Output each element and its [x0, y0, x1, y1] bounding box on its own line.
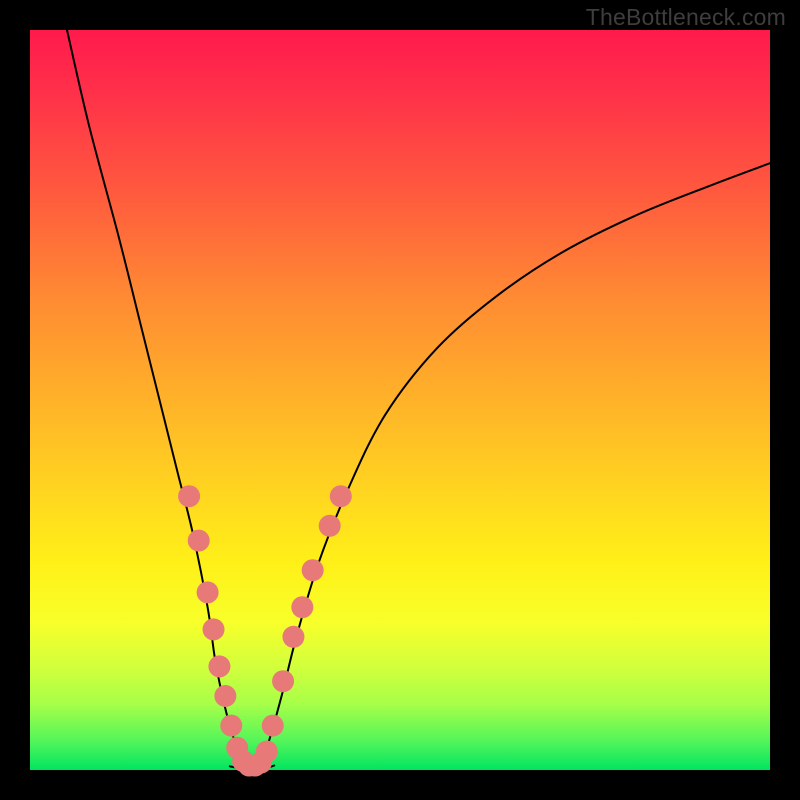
marker-dot [330, 485, 352, 507]
marker-dot [197, 581, 219, 603]
marker-dot [282, 626, 304, 648]
marker-dot [214, 685, 236, 707]
marker-dot [272, 670, 294, 692]
marker-dot [220, 715, 242, 737]
watermark-text: TheBottleneck.com [586, 4, 786, 31]
chart-svg [30, 30, 770, 770]
series-right-branch [259, 163, 770, 762]
chart-markers [178, 485, 352, 776]
marker-dot [188, 530, 210, 552]
series-left-branch [67, 30, 245, 763]
marker-dot [256, 741, 278, 763]
marker-dot [319, 515, 341, 537]
marker-dot [291, 596, 313, 618]
marker-dot [208, 655, 230, 677]
marker-dot [203, 618, 225, 640]
chart-lines [67, 30, 770, 769]
marker-dot [302, 559, 324, 581]
marker-dot [178, 485, 200, 507]
marker-dot [262, 715, 284, 737]
